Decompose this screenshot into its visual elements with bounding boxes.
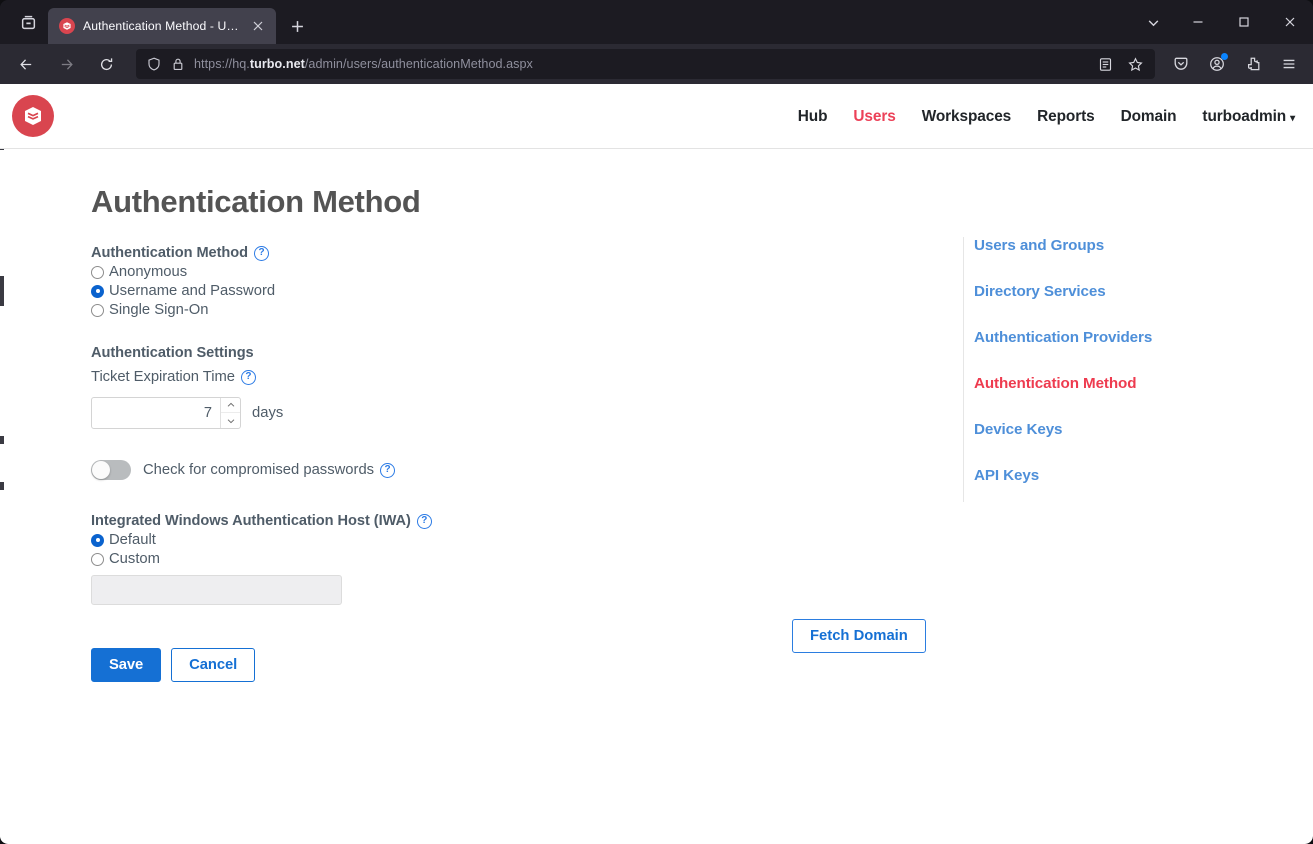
radio-label-iwa-default: Default — [109, 532, 156, 548]
tab-title: Authentication Method - Users — [83, 19, 241, 33]
sidebar-item-authentication-method[interactable]: Authentication Method — [974, 375, 1223, 392]
save-button[interactable]: Save — [91, 648, 161, 682]
url-bar-actions — [1091, 51, 1149, 77]
site-header: Hub Users Workspaces Reports Domain turb… — [0, 84, 1313, 149]
save-to-pocket-icon[interactable] — [1164, 48, 1198, 80]
minimize-icon[interactable] — [1175, 0, 1221, 44]
auth-settings-heading: Authentication Settings — [91, 345, 731, 361]
settings-form: Authentication Method ? Anonymous Userna… — [91, 245, 731, 682]
iwa-label-text: Integrated Windows Authentication Host (… — [91, 513, 411, 529]
page-viewport: Hub Users Workspaces Reports Domain turb… — [0, 84, 1313, 844]
tab-close-icon[interactable] — [249, 17, 267, 35]
radio-label-anonymous: Anonymous — [109, 264, 187, 280]
navigation-toolbar: https://hq.turbo.net/admin/users/authent… — [0, 44, 1313, 84]
fetch-domain-button[interactable]: Fetch Domain — [792, 619, 926, 653]
ticket-expiration-row: 7 days — [91, 397, 731, 429]
turbo-logo-icon[interactable] — [12, 95, 54, 137]
radio-option-anonymous[interactable]: Anonymous — [91, 264, 731, 280]
settings-sidebar: Users and Groups Directory Services Auth… — [963, 237, 1223, 502]
close-window-icon[interactable] — [1267, 0, 1313, 44]
sidebar-item-authentication-providers[interactable]: Authentication Providers — [974, 329, 1223, 346]
cancel-button[interactable]: Cancel — [171, 648, 255, 682]
compromised-passwords-row: Check for compromised passwords ? — [91, 460, 731, 480]
nav-item-users[interactable]: Users — [853, 108, 895, 126]
nav-item-hub[interactable]: Hub — [798, 108, 828, 126]
radio-option-username-password[interactable]: Username and Password — [91, 283, 731, 299]
bookmark-star-icon[interactable] — [1121, 51, 1149, 77]
sidebar-item-users-and-groups[interactable]: Users and Groups — [974, 237, 1223, 254]
iwa-custom-host-input[interactable] — [91, 575, 342, 605]
radio-input-username-password[interactable] — [91, 285, 104, 298]
radio-option-single-sign-on[interactable]: Single Sign-On — [91, 302, 731, 318]
form-actions: Save Cancel — [91, 648, 731, 682]
main-navigation: Hub Users Workspaces Reports Domain turb… — [798, 84, 1295, 149]
app-menu-icon[interactable] — [1272, 48, 1306, 80]
page-title: Authentication Method — [91, 184, 421, 220]
url-bar[interactable]: https://hq.turbo.net/admin/users/authent… — [136, 49, 1155, 79]
nav-item-reports[interactable]: Reports — [1037, 108, 1094, 126]
account-notification-badge — [1221, 53, 1228, 60]
sidebar-item-device-keys[interactable]: Device Keys — [974, 421, 1223, 438]
auth-method-label: Authentication Method ? — [91, 245, 731, 261]
lock-icon[interactable] — [170, 57, 185, 72]
sidebar-item-directory-services[interactable]: Directory Services — [974, 283, 1223, 300]
account-menu-label: turboadmin — [1202, 108, 1286, 125]
firefox-view-icon[interactable] — [8, 4, 48, 40]
auth-method-label-text: Authentication Method — [91, 245, 248, 261]
list-all-tabs-icon[interactable] — [1131, 0, 1175, 44]
shield-icon[interactable] — [146, 57, 161, 72]
radio-option-iwa-default[interactable]: Default — [91, 532, 731, 548]
turbo-logo-icon — [59, 18, 75, 34]
browser-tab[interactable]: Authentication Method - Users — [48, 8, 276, 44]
reload-button-icon[interactable] — [89, 48, 123, 80]
reader-view-icon[interactable] — [1091, 51, 1119, 77]
compromised-passwords-toggle[interactable] — [91, 460, 131, 480]
help-icon[interactable]: ? — [254, 246, 269, 261]
browser-window: Authentication Method - Users — [0, 0, 1313, 844]
radio-input-iwa-default[interactable] — [91, 534, 104, 547]
compromised-passwords-label: Check for compromised passwords ? — [143, 462, 395, 478]
back-button-icon[interactable] — [9, 48, 43, 80]
stepper-up-icon[interactable] — [221, 398, 240, 413]
radio-option-iwa-custom[interactable]: Custom — [91, 551, 731, 567]
radio-input-iwa-custom[interactable] — [91, 553, 104, 566]
nav-item-workspaces[interactable]: Workspaces — [922, 108, 1011, 126]
toolbar-actions — [1163, 48, 1307, 80]
ticket-expiration-unit: days — [252, 405, 283, 421]
help-icon[interactable]: ? — [241, 370, 256, 385]
stepper-arrows[interactable] — [220, 398, 240, 428]
maximize-icon[interactable] — [1221, 0, 1267, 44]
radio-label-iwa-custom: Custom — [109, 551, 160, 567]
sidebar-item-api-keys[interactable]: API Keys — [974, 467, 1223, 484]
forward-button-icon[interactable] — [49, 48, 83, 80]
nav-item-domain[interactable]: Domain — [1121, 108, 1177, 126]
viewport-left-edge — [0, 84, 4, 844]
url-text: https://hq.turbo.net/admin/users/authent… — [194, 57, 1078, 71]
ticket-expiration-label-text: Ticket Expiration Time — [91, 369, 235, 385]
tab-strip: Authentication Method - Users — [0, 0, 1313, 44]
compromised-passwords-label-text: Check for compromised passwords — [143, 462, 374, 478]
ticket-expiration-stepper[interactable]: 7 — [91, 397, 241, 429]
ticket-expiration-value[interactable]: 7 — [92, 398, 220, 428]
iwa-label: Integrated Windows Authentication Host (… — [91, 513, 731, 529]
ticket-expiration-label: Ticket Expiration Time ? — [91, 369, 731, 385]
toggle-knob — [92, 461, 110, 479]
radio-input-single-sign-on[interactable] — [91, 304, 104, 317]
help-icon[interactable]: ? — [380, 463, 395, 478]
fetch-domain-wrap: Fetch Domain — [792, 619, 926, 653]
radio-input-anonymous[interactable] — [91, 266, 104, 279]
window-controls — [1131, 0, 1313, 44]
chevron-down-icon: ▾ — [1290, 113, 1295, 124]
stepper-down-icon[interactable] — [221, 413, 240, 428]
radio-label-username-password: Username and Password — [109, 283, 275, 299]
account-menu[interactable]: turboadmin ▾ — [1202, 108, 1295, 126]
help-icon[interactable]: ? — [417, 514, 432, 529]
extensions-icon[interactable] — [1236, 48, 1270, 80]
account-icon[interactable] — [1200, 48, 1234, 80]
new-tab-button[interactable] — [280, 9, 314, 43]
radio-label-single-sign-on: Single Sign-On — [109, 302, 209, 318]
